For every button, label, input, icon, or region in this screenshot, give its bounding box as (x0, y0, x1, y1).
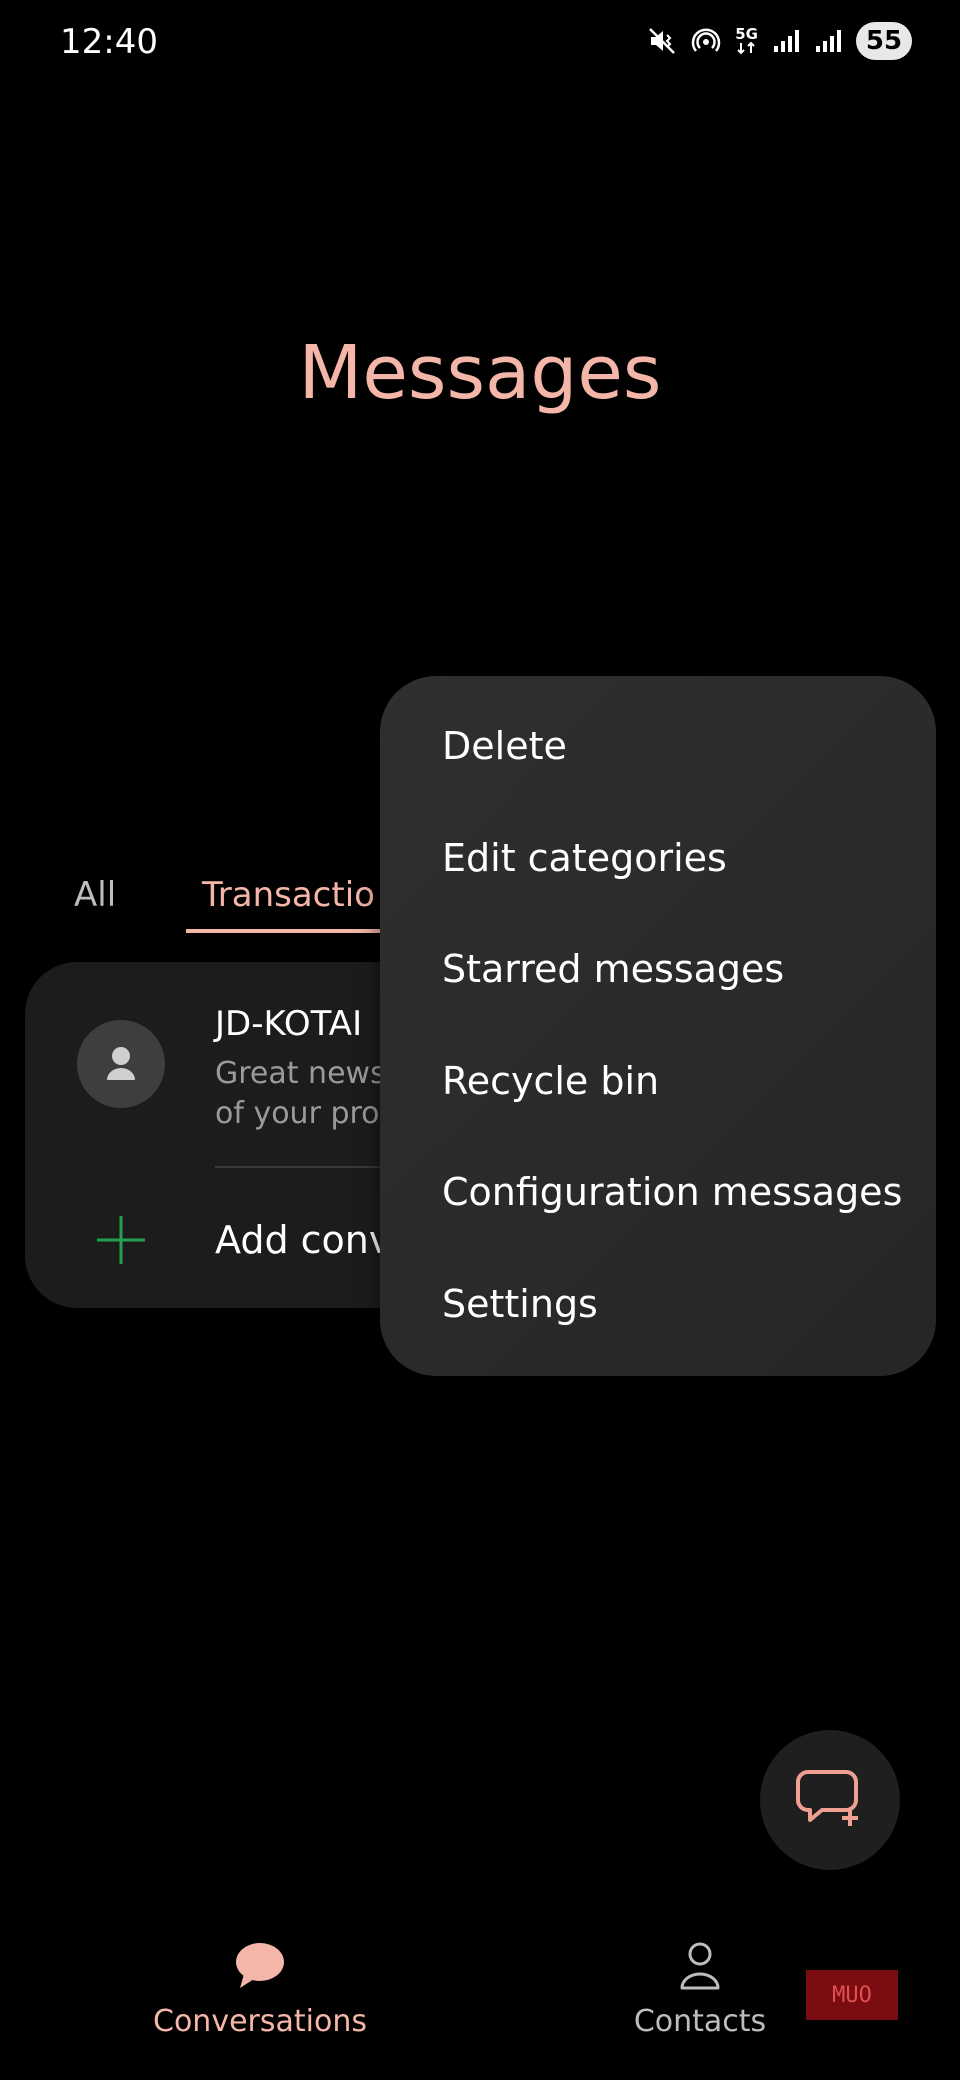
status-bar: 12:40 5G 55 (0, 0, 960, 90)
conversation-preview[interactable]: Great news of your pro (215, 1054, 386, 1134)
signal-icon (814, 28, 842, 54)
chat-bubble-icon (236, 1943, 284, 1988)
signal-icon (772, 28, 800, 54)
nav-label: Contacts (633, 2004, 767, 2039)
tab-all[interactable]: All (74, 875, 116, 915)
menu-item-settings[interactable]: Settings (442, 1282, 598, 1326)
tab-selected-indicator (186, 929, 406, 933)
status-icons: 5G 55 (647, 22, 912, 60)
status-time: 12:40 (60, 22, 158, 62)
add-conversation-button[interactable]: Add conv (215, 1218, 391, 1262)
overflow-menu: Delete Edit categories Starred messages … (380, 676, 936, 1376)
menu-item-delete[interactable]: Delete (442, 724, 567, 768)
nav-contacts[interactable]: Contacts (600, 1940, 800, 2039)
tab-transactions[interactable]: Transactio (202, 875, 375, 915)
new-chat-icon (796, 1770, 858, 1826)
nav-label: Conversations (153, 2004, 367, 2039)
5g-icon: 5G (735, 27, 758, 55)
menu-item-configuration-messages[interactable]: Configuration messages (442, 1170, 902, 1214)
menu-item-starred-messages[interactable]: Starred messages (442, 947, 784, 991)
person-icon (107, 1047, 135, 1080)
watermark-logo: MUO (806, 1970, 898, 2020)
conversation-sender[interactable]: JD-KOTAI (215, 1004, 362, 1044)
nav-conversations[interactable]: Conversations (140, 1940, 380, 2039)
mute-vibrate-icon (647, 26, 677, 56)
preview-line: Great news (215, 1056, 386, 1091)
page-title: Messages (298, 330, 662, 416)
menu-item-recycle-bin[interactable]: Recycle bin (442, 1059, 659, 1103)
preview-line: of your pro (215, 1096, 380, 1131)
new-conversation-button[interactable] (760, 1730, 900, 1870)
battery-icon: 55 (856, 22, 912, 60)
network-label: 5G (735, 25, 758, 43)
hotspot-icon (691, 26, 721, 56)
plus-icon[interactable] (93, 1212, 149, 1272)
person-icon (680, 1942, 720, 1990)
avatar[interactable] (77, 1020, 165, 1108)
menu-item-edit-categories[interactable]: Edit categories (442, 836, 727, 880)
